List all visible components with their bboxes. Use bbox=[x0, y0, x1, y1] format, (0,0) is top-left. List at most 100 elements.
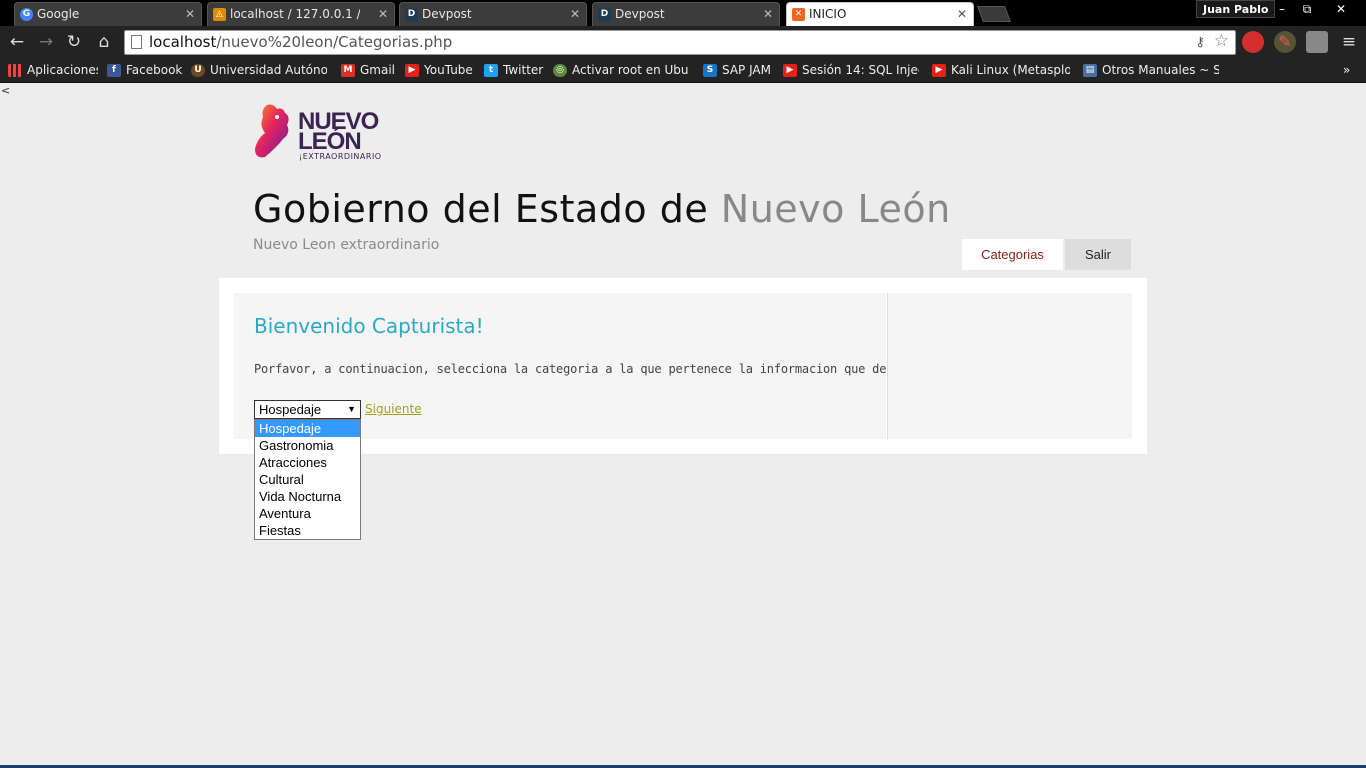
google-icon: G bbox=[20, 8, 33, 21]
close-icon[interactable]: ✕ bbox=[763, 3, 773, 25]
star-icon[interactable]: ☆ bbox=[1214, 30, 1229, 53]
logo-line-2: LEÓN bbox=[298, 128, 362, 155]
youtube-icon: ▶ bbox=[405, 64, 419, 77]
welcome-heading: Bienvenido Capturista! bbox=[254, 314, 484, 338]
bookmark-label: Gmail bbox=[360, 63, 396, 77]
page-viewport: < NUEVO LEÓN ¡EXTRAORDINARIO Gobierno de… bbox=[0, 84, 1366, 765]
category-select[interactable]: Hospedaje ▼ bbox=[254, 400, 361, 419]
tab-title: localhost / 127.0.0.1 / nue bbox=[230, 7, 360, 21]
sap-icon: S bbox=[703, 64, 717, 77]
adblock-extension-icon[interactable] bbox=[1242, 31, 1264, 53]
bookmarks-overflow-icon[interactable]: » bbox=[1343, 62, 1357, 79]
tab-title: INICIO bbox=[809, 7, 847, 21]
bookmark-label: YouTube bbox=[424, 63, 473, 77]
side-panel bbox=[887, 293, 1132, 439]
forward-arrow-icon[interactable]: → bbox=[35, 31, 57, 53]
bookmark-youtube[interactable]: ▶ YouTube bbox=[405, 62, 477, 79]
url-host: localhost bbox=[149, 33, 217, 51]
back-arrow-icon[interactable]: ← bbox=[6, 31, 28, 53]
bookmark-sql-injection[interactable]: ▶ Sesión 14: SQL Injecti bbox=[783, 62, 919, 79]
bookmark-label: SAP JAM bbox=[722, 63, 771, 77]
rooster-logo-icon bbox=[255, 104, 289, 158]
logo-line-3: ¡EXTRAORDINARIO bbox=[299, 152, 382, 161]
option-gastronomia[interactable]: Gastronomia bbox=[255, 437, 360, 454]
url-path: /nuevo%20leon/Categorias.php bbox=[216, 33, 453, 51]
bookmark-ubuntu-root[interactable]: ◎ Activar root en Ubunt bbox=[553, 62, 689, 79]
bookmark-label: Aplicaciones bbox=[27, 63, 98, 77]
tab-title: Devpost bbox=[615, 7, 665, 21]
option-atracciones[interactable]: Atracciones bbox=[255, 454, 360, 471]
tab-inicio[interactable]: ✕ INICIO ✕ bbox=[786, 2, 974, 26]
nav-item-categorias[interactable]: Categorias bbox=[962, 239, 1063, 270]
siguiente-link[interactable]: Siguiente bbox=[365, 402, 422, 416]
extension-icon[interactable] bbox=[1306, 31, 1328, 53]
category-dropdown-list: Hospedaje Gastronomia Atracciones Cultur… bbox=[254, 419, 361, 540]
address-bar[interactable]: localhost/nuevo%20leon/Categorias.php ⚷ … bbox=[124, 30, 1236, 55]
rocket-extension-icon[interactable]: ✎ bbox=[1274, 31, 1296, 53]
option-vida-nocturna[interactable]: Vida Nocturna bbox=[255, 488, 360, 505]
tab-title: Google bbox=[37, 7, 80, 21]
youtube-icon: ▶ bbox=[932, 64, 946, 77]
bookmark-label: Otros Manuales ~ Sec bbox=[1102, 63, 1219, 77]
tab-devpost-2[interactable]: D Devpost ✕ bbox=[592, 2, 780, 26]
window-close-icon[interactable]: ✕ bbox=[1328, 0, 1354, 18]
page-subtitle: Nuevo Leon extraordinario bbox=[253, 237, 440, 253]
university-seal-icon: U bbox=[191, 64, 205, 77]
bookmark-kali-linux[interactable]: ▶ Kali Linux (Metasploit) bbox=[932, 62, 1070, 79]
page-title-main: Gobierno del Estado de bbox=[253, 187, 721, 231]
xampp-icon: ✕ bbox=[792, 8, 805, 21]
tab-devpost-1[interactable]: D Devpost ✕ bbox=[399, 2, 587, 26]
tab-title: Devpost bbox=[422, 7, 472, 21]
devpost-icon: D bbox=[405, 8, 418, 21]
bookmark-label: Sesión 14: SQL Injecti bbox=[802, 63, 919, 77]
close-icon[interactable]: ✕ bbox=[957, 3, 967, 25]
profile-button[interactable]: Juan Pablo bbox=[1196, 0, 1276, 18]
bookmark-label: Kali Linux (Metasploit) bbox=[951, 63, 1070, 77]
devpost-icon: D bbox=[598, 8, 611, 21]
tab-strip: G Google ✕ ◬ localhost / 127.0.0.1 / nue… bbox=[0, 0, 1366, 26]
option-fiestas[interactable]: Fiestas bbox=[255, 522, 360, 539]
phpmyadmin-icon: ◬ bbox=[213, 8, 226, 21]
new-tab-button[interactable] bbox=[977, 6, 1011, 22]
restore-icon[interactable]: ⧉ bbox=[1294, 0, 1320, 18]
bookmark-gmail[interactable]: M Gmail bbox=[341, 62, 397, 79]
close-icon[interactable]: ✕ bbox=[378, 3, 388, 25]
bookmark-label: Universidad Autónom bbox=[210, 63, 327, 77]
dropdown-arrow-icon: ▼ bbox=[347, 404, 356, 414]
tab-google[interactable]: G Google ✕ bbox=[14, 2, 202, 26]
bookmark-label: Facebook bbox=[126, 63, 183, 77]
nuevo-leon-logo[interactable]: NUEVO LEÓN ¡EXTRAORDINARIO bbox=[253, 99, 393, 163]
instructions-text: Porfavor, a continuacion, selecciona la … bbox=[254, 362, 978, 376]
facebook-icon: f bbox=[107, 64, 121, 77]
manual-icon: ▤ bbox=[1083, 64, 1097, 77]
bookmark-label: Twitter bbox=[503, 63, 544, 77]
apps-grid-icon bbox=[8, 64, 22, 77]
category-select-value: Hospedaje bbox=[259, 402, 322, 417]
option-hospedaje[interactable]: Hospedaje bbox=[255, 420, 360, 437]
bookmark-universidad[interactable]: U Universidad Autónom bbox=[191, 62, 327, 79]
page-title: Gobierno del Estado de Nuevo León bbox=[253, 187, 951, 231]
page-title-accent: Nuevo León bbox=[720, 187, 951, 231]
bookmark-facebook[interactable]: f Facebook bbox=[107, 62, 183, 79]
close-icon[interactable]: ✕ bbox=[570, 3, 580, 25]
globe-icon: ◎ bbox=[553, 64, 567, 77]
nav-item-salir[interactable]: Salir bbox=[1065, 239, 1131, 270]
home-icon[interactable]: ⌂ bbox=[93, 31, 115, 53]
menu-icon[interactable]: ≡ bbox=[1338, 31, 1360, 53]
reload-icon[interactable]: ↻ bbox=[63, 31, 85, 53]
bookmark-otros-manuales[interactable]: ▤ Otros Manuales ~ Sec bbox=[1083, 62, 1219, 79]
option-aventura[interactable]: Aventura bbox=[255, 505, 360, 522]
tab-phpmyadmin[interactable]: ◬ localhost / 127.0.0.1 / nue ✕ bbox=[207, 2, 395, 26]
key-icon[interactable]: ⚷ bbox=[1195, 31, 1205, 54]
bookmark-twitter[interactable]: t Twitter bbox=[484, 62, 544, 79]
twitter-icon: t bbox=[484, 64, 498, 77]
back-caret: < bbox=[1, 84, 11, 97]
close-icon[interactable]: ✕ bbox=[185, 3, 195, 25]
youtube-icon: ▶ bbox=[783, 64, 797, 77]
option-cultural[interactable]: Cultural bbox=[255, 471, 360, 488]
minimize-icon[interactable]: – bbox=[1269, 0, 1295, 18]
bookmark-label: Activar root en Ubunt bbox=[572, 63, 689, 77]
bookmark-sap-jam[interactable]: S SAP JAM bbox=[703, 62, 771, 79]
bookmark-aplicaciones[interactable]: Aplicaciones bbox=[8, 62, 98, 79]
gmail-icon: M bbox=[341, 64, 355, 77]
